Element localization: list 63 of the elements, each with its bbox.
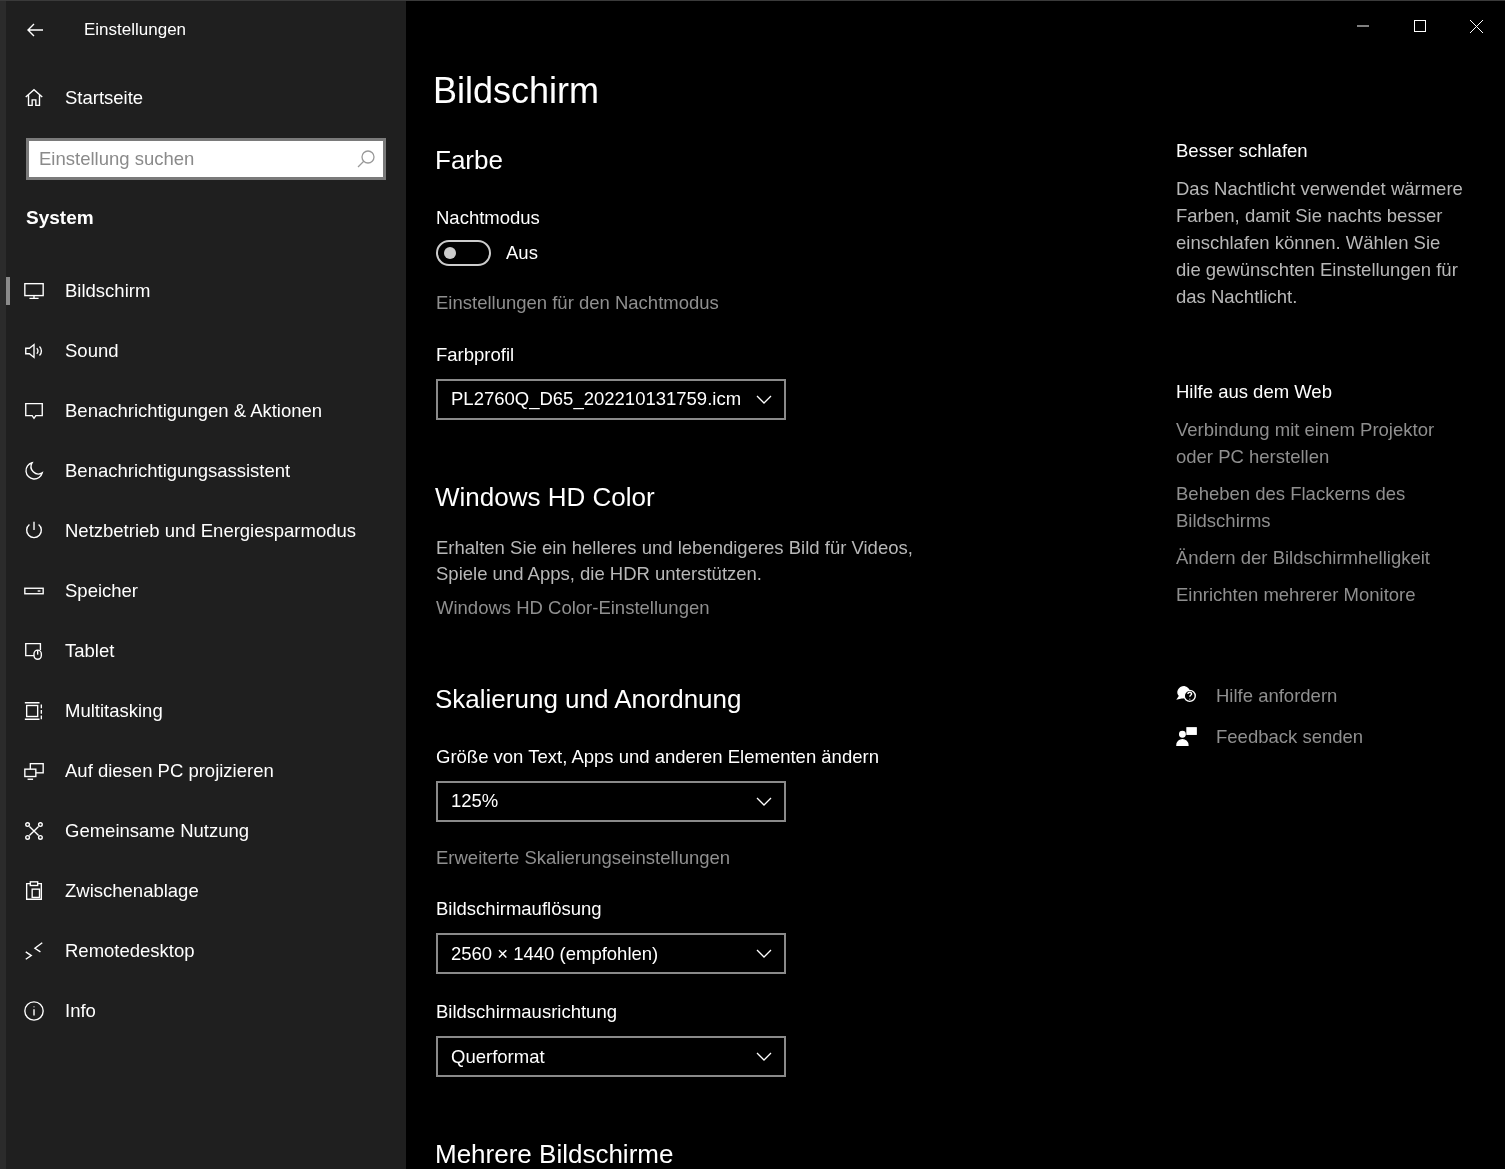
dropdown[interactable]: 125% (436, 780, 786, 822)
aside-heading: Besser schlafen (1176, 139, 1309, 163)
help-link[interactable]: Ändern der Bildschirmhelligkeit (1176, 543, 1468, 571)
multitasking-icon (23, 699, 45, 722)
sidebar-item[interactable]: Bildschirm (6, 260, 406, 321)
search-field[interactable]: Einstellung suchen (26, 138, 386, 180)
field-label: Bildschirmausrichtung (436, 1000, 618, 1025)
help-link[interactable]: Einrichten mehrerer Monitore (1176, 580, 1468, 608)
field-label: Größe von Text, Apps und anderen Elementen ändern (436, 744, 880, 769)
aside-text: Das Nachtlicht verwendet wärmere Farben, damit Sie nachts besser einschlafen können. Wählen Sie die gewünschten Einstellungen für das Nachtlicht. (1176, 176, 1464, 309)
section-heading: Mehrere Bildschirme (435, 1137, 675, 1169)
section-heading: Skalierung und Anordnung (435, 682, 743, 716)
clipboard-icon (23, 879, 45, 902)
sidebar-item[interactable]: Tablet (6, 620, 406, 681)
sidebar-item[interactable]: Info (6, 980, 406, 1041)
search-icon (356, 149, 376, 169)
help-action[interactable]: Hilfe anfordern (1176, 681, 1468, 710)
sidebar-item[interactable]: Benachrichtigungsassistent (6, 440, 406, 501)
chevron-down-icon (756, 949, 772, 959)
field-label: Bildschirmauflösung (436, 897, 603, 922)
dropdown[interactable]: Querformat (436, 1035, 786, 1077)
sidebar-item[interactable]: Netzbetrieb und Energiesparmodus (6, 500, 406, 561)
maximize-icon (1413, 20, 1426, 32)
description-text: Erhalten Sie ein helleres und lebendigeres Bild für Videos, Spiele und Apps, die HDR unterstützen. (436, 535, 914, 587)
chevron-down-icon (756, 394, 772, 404)
field-label: Farbprofil (436, 342, 516, 367)
minimize-icon (1356, 25, 1369, 27)
window-title: Einstellungen (84, 19, 187, 42)
remote-desktop-icon (23, 939, 45, 962)
settings-link[interactable]: Windows HD Color-Einstellungen (436, 594, 1173, 622)
home-icon (23, 87, 45, 109)
sidebar-item[interactable]: Sound (6, 320, 406, 381)
back-arrow-icon[interactable] (26, 23, 44, 37)
moon-icon (23, 459, 45, 482)
page-title: Bildschirm (433, 71, 601, 111)
settings-link[interactable]: Einstellungen für den Nachtmodus (436, 289, 1173, 317)
help-link[interactable]: Beheben des Flackerns des Bildschirms (1176, 479, 1468, 534)
dropdown[interactable]: PL2760Q_D65_202210131759.icm (436, 378, 786, 420)
sidebar-item[interactable]: Gemeinsame Nutzung (6, 800, 406, 861)
home-nav-item[interactable]: Startseite (6, 68, 406, 128)
section-heading: Windows HD Color (435, 480, 656, 514)
close-icon (1470, 19, 1483, 33)
help-link[interactable]: Verbindung mit einem Projektor oder PC herstellen (1176, 415, 1468, 470)
sidebar-item[interactable]: Benachrichtigungen & Aktionen (6, 380, 406, 441)
sidebar-item[interactable]: Remotedesktop (6, 920, 406, 981)
help-action[interactable]: Feedback senden (1176, 723, 1468, 751)
toggle-state: Aus (506, 241, 538, 266)
section-heading: System (26, 206, 95, 230)
feedback-person-icon (1176, 726, 1198, 749)
sidebar-item[interactable]: Auf diesen PC projizieren (6, 740, 406, 801)
section-heading: Farbe (435, 143, 504, 177)
sidebar-item[interactable]: Speicher (6, 560, 406, 621)
chevron-down-icon (756, 796, 772, 806)
share-nodes-icon (23, 819, 45, 842)
info-icon (23, 999, 45, 1022)
field-label: Nachtmodus (436, 205, 541, 230)
toggle-switch[interactable] (436, 240, 491, 267)
chevron-down-icon (756, 1051, 772, 1061)
sidebar-item[interactable]: Zwischenablage (6, 860, 406, 921)
settings-link[interactable]: Erweiterte Skalierungseinstellungen (436, 843, 1173, 872)
dropdown[interactable]: 2560 × 1440 (empfohlen) (436, 933, 786, 975)
sidebar-item[interactable]: Multitasking (6, 680, 406, 741)
aside-heading: Hilfe aus dem Web (1176, 379, 1333, 404)
